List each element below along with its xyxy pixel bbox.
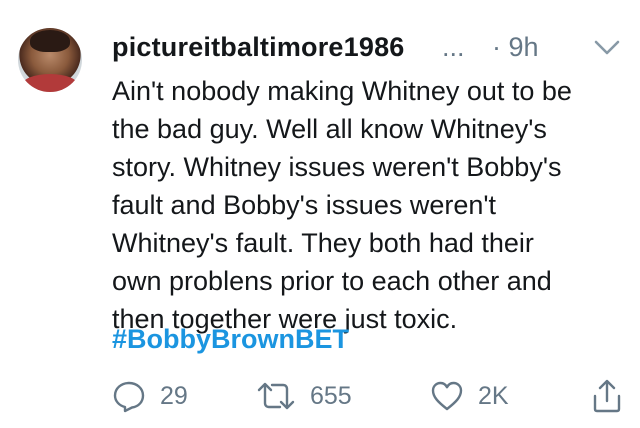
hashtag-link[interactable]: #BobbyBrownBET — [112, 320, 349, 358]
share-icon — [592, 378, 622, 414]
reply-button[interactable]: 29 — [112, 376, 188, 416]
share-button[interactable] — [592, 376, 622, 416]
reply-icon — [112, 379, 146, 413]
tweet-text-line: fault and Bobby's issues weren't — [112, 190, 497, 220]
timestamp[interactable]: · 9h — [492, 32, 539, 63]
tweet-header: pictureitbaltimore1986 ... · 9h — [112, 30, 622, 64]
tweet-text-line: Whitney's fault. They both had their — [112, 228, 534, 258]
tweet-text: Ain't nobody making Whitney out to be th… — [112, 72, 627, 338]
tweet-card[interactable]: pictureitbaltimore1986 ... · 9h Ain't no… — [0, 0, 640, 428]
reply-count: 29 — [160, 381, 188, 410]
heart-icon — [430, 379, 464, 413]
chevron-down-icon[interactable] — [592, 36, 622, 58]
username-truncation: ... — [442, 32, 465, 62]
avatar-hair — [30, 30, 70, 52]
tweet-actions: 29 655 2K — [112, 376, 622, 416]
like-count: 2K — [478, 381, 509, 410]
tweet-text-line: Ain't nobody making Whitney out to be — [112, 76, 572, 106]
retweet-icon — [256, 379, 296, 413]
username[interactable]: pictureitbaltimore1986 — [112, 32, 405, 63]
tweet-text-line: own problens prior to each other and — [112, 266, 552, 296]
avatar[interactable] — [18, 28, 82, 92]
avatar-shirt — [22, 74, 78, 92]
tweet-text-line: the bad guy. Well all know Whitney's — [112, 114, 547, 144]
tweet-text-line: story. Whitney issues weren't Bobby's — [112, 152, 562, 182]
like-button[interactable]: 2K — [430, 376, 509, 416]
retweet-count: 655 — [310, 381, 352, 410]
retweet-button[interactable]: 655 — [256, 376, 352, 416]
